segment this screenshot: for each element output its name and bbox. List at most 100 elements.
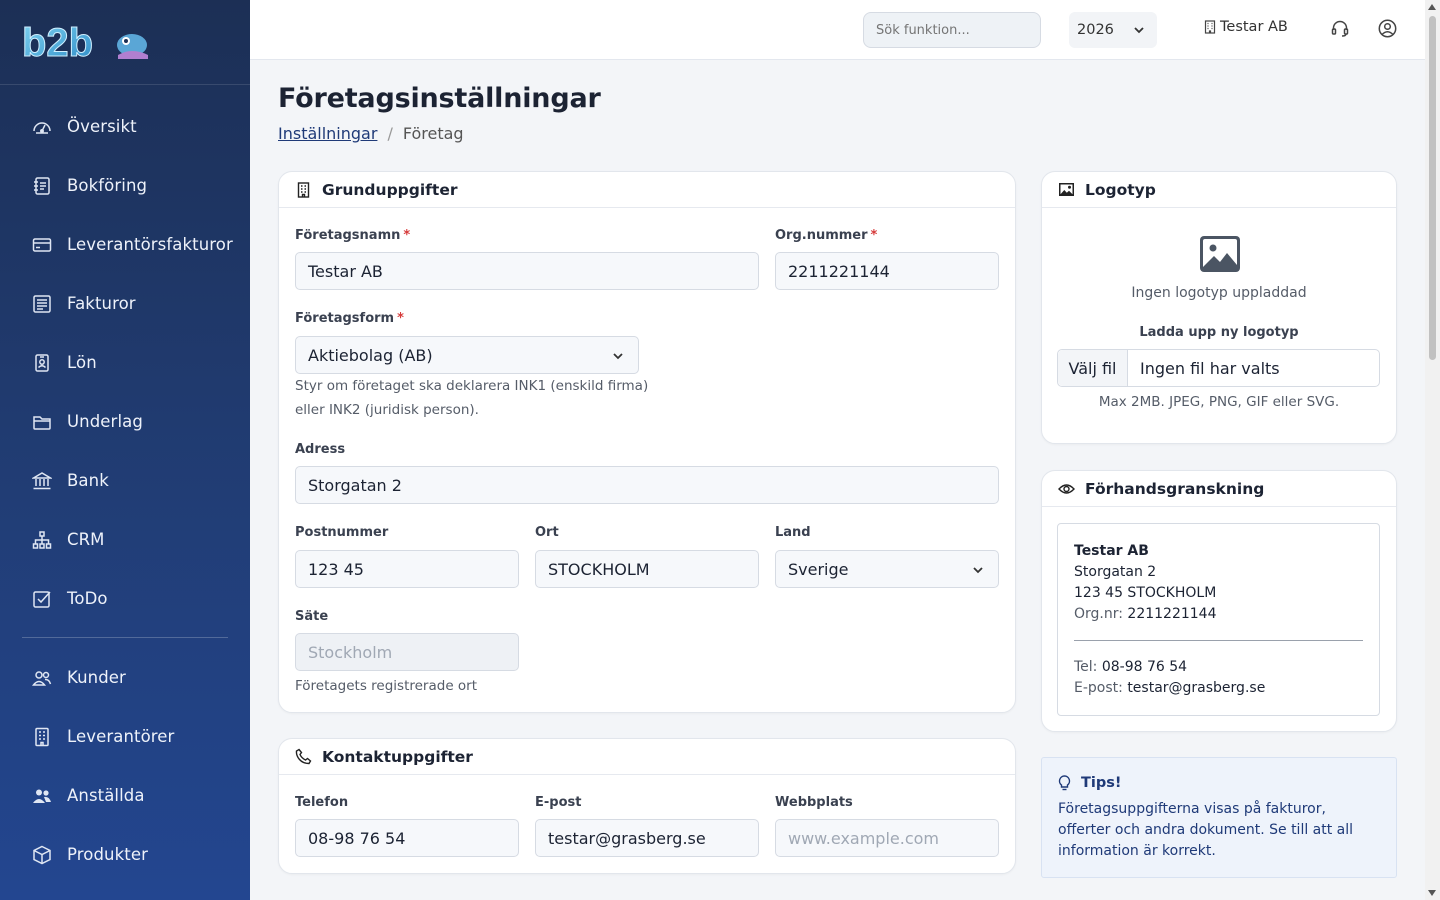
company-form-help: Styr om företaget ska deklarera INK1 (en… (295, 374, 648, 422)
logo-file-input[interactable]: Välj fil Ingen fil har valts (1057, 349, 1380, 387)
image-icon (1057, 181, 1075, 199)
sidebar-item-label: Kunder (67, 668, 126, 687)
preview-email-row: E-post: testar@grasberg.se (1074, 678, 1363, 699)
building-icon (1204, 20, 1216, 34)
headset-icon[interactable] (1331, 19, 1349, 41)
help-line: eller INK2 (juridisk person). (295, 402, 479, 418)
sidebar-divider (22, 637, 228, 638)
preview-email: testar@grasberg.se (1127, 680, 1266, 696)
company-form-select[interactable]: Aktiebolag (AB) (295, 336, 639, 374)
credit-card-icon (31, 234, 53, 256)
page-scrollbar[interactable] (1425, 0, 1440, 900)
card-header: Logotyp (1042, 172, 1396, 208)
chevron-down-icon (973, 567, 983, 574)
country-label: Land (775, 525, 811, 540)
card-title: Logotyp (1085, 180, 1156, 199)
main-content: Företagsinställningar Inställningar / Fö… (250, 60, 1425, 900)
box-icon (31, 844, 53, 866)
tips-body: Företagsuppgifterna visas på fakturor, o… (1058, 801, 1354, 859)
sidebar-item-label: Översikt (67, 117, 137, 136)
sidebar-item-label: CRM (67, 530, 105, 549)
sidebar-item-kunder[interactable]: Kunder (0, 648, 250, 707)
address-label: Adress (295, 442, 346, 457)
sidebar-item-produkter[interactable]: Produkter (0, 825, 250, 884)
scroll-up-arrow-icon[interactable] (1428, 4, 1436, 10)
label-text: Företagsform (295, 311, 395, 326)
postal-code-input[interactable]: 123 45 (295, 550, 519, 588)
sidebar-item-todo[interactable]: ToDo (0, 569, 250, 628)
label-text: Företagsnamn (295, 228, 401, 243)
card-header: Förhandsgranskning (1042, 471, 1396, 507)
website-input[interactable]: www.example.com (775, 819, 999, 857)
tips-header: Tips! (1058, 775, 1380, 791)
scrollbar-thumb[interactable] (1429, 16, 1436, 360)
org-number-input[interactable]: 2211221144 (775, 252, 999, 290)
user-circle-icon[interactable] (1378, 19, 1397, 42)
sidebar-item-label: Anställda (67, 786, 145, 805)
city-label: Ort (535, 525, 559, 540)
preview-tel: 08-98 76 54 (1101, 659, 1188, 675)
sidebar-item-label: ToDo (67, 589, 108, 608)
sidebar-item-label: Produkter (67, 845, 148, 864)
preview-tel-label: Tel: (1074, 659, 1098, 675)
company-form-label: Företagsform * (295, 311, 404, 326)
company-name-input[interactable]: Testar AB (295, 252, 759, 290)
preview-postal-city: 123 45 STOCKHOLM (1074, 585, 1217, 601)
sidebar-item-bokforing[interactable]: Bokföring (0, 156, 250, 215)
sidebar-item-bank[interactable]: Bank (0, 451, 250, 510)
city-input[interactable]: STOCKHOLM (535, 550, 759, 588)
contact-info-card: Kontaktuppgifter Telefon 08-98 76 54 E-p… (278, 738, 1016, 874)
breadcrumb-current: Företag (402, 124, 464, 143)
sidebar-item-label: Leverantörsfakturor (67, 235, 233, 254)
phone-label: Telefon (295, 795, 349, 810)
card-title: Kontaktuppgifter (322, 747, 473, 766)
help-line: Styr om företaget ska deklarera INK1 (en… (295, 378, 649, 394)
b2b-logo-icon: b2b (22, 21, 148, 63)
no-logo-text: Ingen logotyp uppladdad (1131, 285, 1307, 301)
scroll-down-arrow-icon[interactable] (1428, 890, 1436, 896)
card-title: Förhandsgranskning (1085, 479, 1265, 498)
country-select[interactable]: Sverige (775, 550, 999, 588)
diagram-icon (31, 529, 53, 551)
year-select[interactable]: 2026 (1069, 12, 1157, 48)
badge-icon (31, 352, 53, 374)
website-label: Webbplats (775, 795, 853, 810)
sidebar-item-label: Fakturor (67, 294, 136, 313)
seat-label: Säte (295, 609, 329, 624)
logo[interactable]: b2b (0, 0, 250, 85)
sidebar-item-label: Lön (67, 353, 97, 372)
company-switcher[interactable]: Testar AB (1204, 19, 1288, 35)
email-input[interactable]: testar@grasberg.se (535, 819, 759, 857)
sidebar-item-fakturor[interactable]: Fakturor (0, 274, 250, 333)
preview-address: Storgatan 2 (1074, 564, 1157, 580)
sidebar-item-lon[interactable]: Lön (0, 333, 250, 392)
search-input[interactable] (863, 12, 1041, 48)
breadcrumb-link-installningar[interactable]: Inställningar (278, 124, 377, 143)
upload-logo-label: Ladda upp ny logotyp (1139, 325, 1299, 340)
sidebar-item-crm[interactable]: CRM (0, 510, 250, 569)
image-placeholder-icon (1200, 236, 1240, 272)
sidebar-item-leverantorer[interactable]: Leverantörer (0, 707, 250, 766)
choose-file-button[interactable]: Välj fil (1058, 350, 1128, 386)
seat-input[interactable]: Stockholm (295, 633, 519, 671)
email-label: E-post (535, 795, 582, 810)
seat-help: Företagets registrerade ort (295, 678, 478, 694)
sidebar-item-underlag[interactable]: Underlag (0, 392, 250, 451)
sidebar-item-anstallda[interactable]: Anställda (0, 766, 250, 825)
breadcrumb-separator: / (387, 124, 393, 143)
breadcrumb: Inställningar / Företag (278, 124, 464, 143)
address-input[interactable]: Storgatan 2 (295, 466, 999, 504)
sidebar-item-label: Leverantörer (67, 727, 175, 746)
phone-input[interactable]: 08-98 76 54 (295, 819, 519, 857)
company-name: Testar AB (1220, 19, 1288, 35)
required-mark: * (403, 228, 411, 243)
preview-box: Testar AB Storgatan 2 123 45 STOCKHOLM O… (1057, 523, 1380, 716)
chevron-down-icon (1134, 27, 1144, 34)
card-header: Grunduppgifter (279, 172, 1015, 208)
checkbox-icon (31, 588, 53, 610)
preview-org-label: Org.nr: (1074, 606, 1123, 622)
preview-divider (1074, 640, 1363, 641)
sidebar-item-oversikt[interactable]: Översikt (0, 97, 250, 156)
sidebar-item-leverantorsfakturor[interactable]: Leverantörsfakturor (0, 215, 250, 274)
preview-org-row: Org.nr: 2211221144 (1074, 604, 1363, 625)
